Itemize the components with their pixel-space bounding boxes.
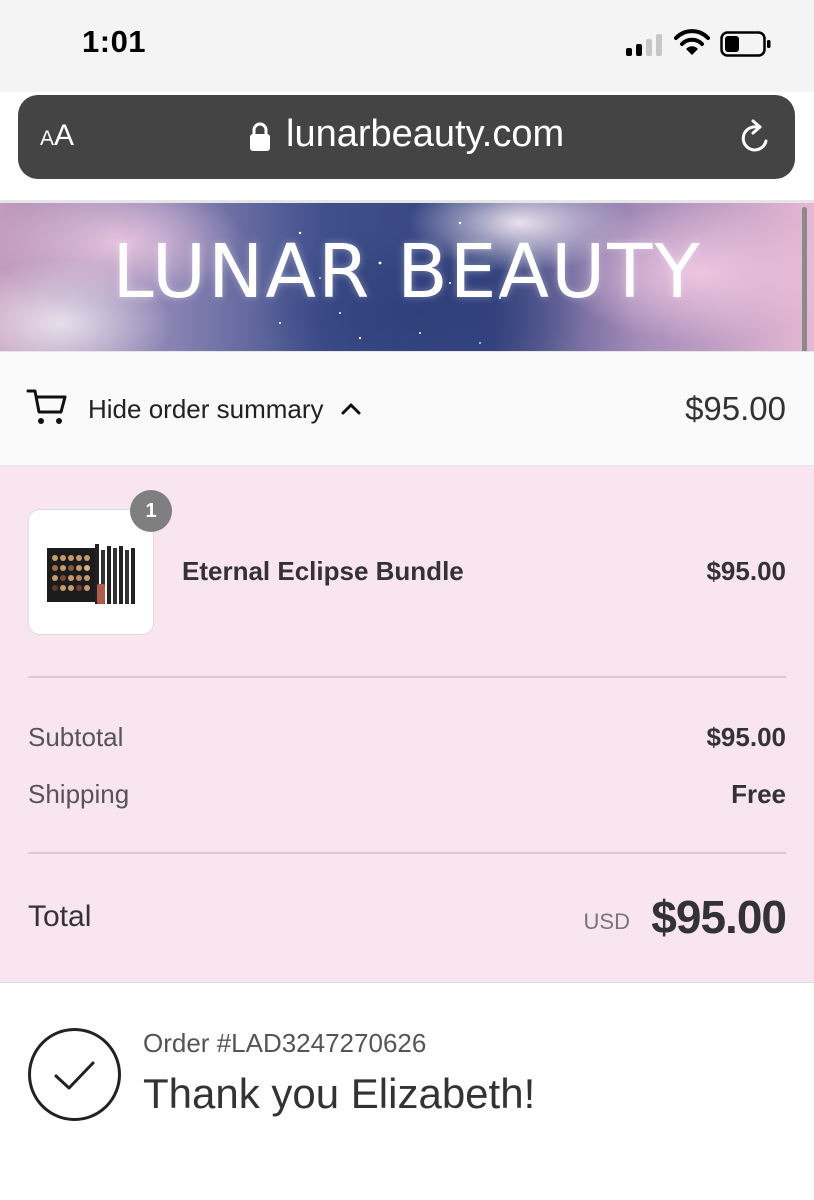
text-size-small-label: A [40,127,55,150]
order-number: Order #LAD3247270626 [143,1028,427,1058]
battery-icon [720,31,771,57]
toggle-total: $95.00 [685,390,786,427]
reload-icon[interactable] [736,119,774,157]
url-text[interactable]: lunarbeauty.com [286,113,564,156]
text-size-button[interactable]: AA [40,119,74,153]
status-time: 1:01 [82,24,147,59]
quantity-badge: 1 [130,490,172,532]
shipping-value: Free [731,779,786,809]
order-summary: 1 Eternal Eclipse Bundle $95.00 Subtotal… [0,466,814,983]
divider [28,852,786,854]
address-bar[interactable]: AA lunarbeauty.com [18,95,795,179]
total-value: $95.00 [651,891,787,943]
subtotal-label: Subtotal [28,722,124,752]
wifi-icon [674,29,710,55]
header-banner: LUNAR BEAUTY [0,203,814,351]
cart-icon [26,389,67,424]
order-summary-toggle[interactable]: Hide order summary $95.00 [0,351,814,466]
subtotal-value: $95.00 [706,722,786,752]
lock-icon [250,122,270,151]
product-price: $95.00 [706,556,786,586]
total-label: Total [28,900,92,933]
divider [28,676,786,678]
signal-icon [626,32,666,56]
thank-you-heading: Thank you Elizabeth! [143,1070,536,1117]
product-image [47,544,135,604]
text-size-large-label: A [54,119,75,152]
currency-code: USD [583,909,630,934]
shipping-label: Shipping [28,779,130,809]
chevron-up-icon [341,403,361,415]
toggle-label[interactable]: Hide order summary [88,394,324,425]
product-thumbnail [28,509,154,635]
checkmark-icon [28,1028,121,1121]
product-name: Eternal Eclipse Bundle [182,556,464,586]
brand-logo[interactable]: LUNAR BEAUTY [0,229,814,315]
status-bar: 1:01 [0,0,814,92]
